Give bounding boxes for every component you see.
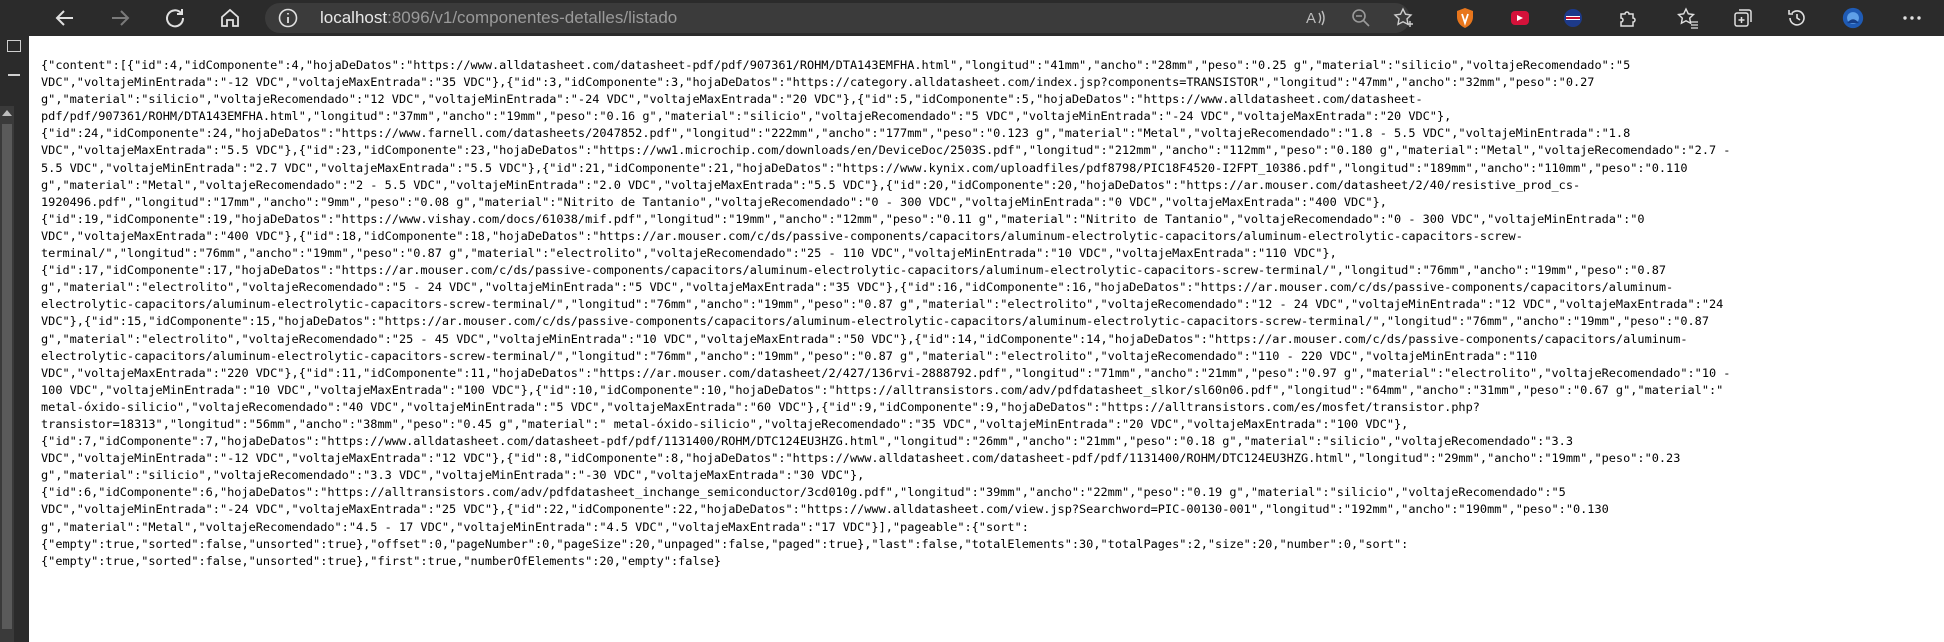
json-line: 5.5 VDC","voltajeMinEntrada":"2.7 VDC","… xyxy=(41,160,1688,175)
json-line: metal-óxido-silicio","voltajeRecomendado… xyxy=(41,399,1480,414)
json-line: {"empty":true,"sorted":false,"unsorted":… xyxy=(41,553,722,568)
profile-button[interactable] xyxy=(1838,3,1868,33)
json-line: g","material":"Metal","voltajeRecomendad… xyxy=(41,519,1029,534)
extension-flag-button[interactable] xyxy=(1558,3,1588,33)
add-favorite-icon[interactable] xyxy=(1393,7,1415,29)
info-icon[interactable] xyxy=(277,7,299,29)
json-line: {"empty":true,"sorted":false,"unsorted":… xyxy=(41,536,1409,551)
back-button[interactable] xyxy=(50,3,80,33)
favorites-button[interactable] xyxy=(1673,3,1703,33)
shield-extension-icon xyxy=(1457,8,1473,28)
collections-button[interactable] xyxy=(1728,3,1758,33)
extensions-button[interactable] xyxy=(1613,3,1643,33)
more-menu-icon xyxy=(1903,16,1921,20)
json-line: terminal/","longitud":"76mm","ancho":"19… xyxy=(41,246,1337,261)
svg-text:A: A xyxy=(1306,10,1316,27)
profile-avatar-icon xyxy=(1842,7,1864,29)
json-line: g","material":"silicio","voltajeRecomend… xyxy=(41,468,865,483)
json-line: g","material":"silicio","voltajeRecomend… xyxy=(41,92,1423,107)
refresh-icon xyxy=(166,9,185,28)
json-line: VDC","voltajeMinEntrada":"-12 VDC","volt… xyxy=(41,451,1681,466)
json-line: electrolytic-capacitors/aluminum-electro… xyxy=(41,348,1538,363)
more-menu-button[interactable] xyxy=(1897,3,1927,33)
forward-button[interactable] xyxy=(105,3,135,33)
refresh-button[interactable] xyxy=(160,3,190,33)
url-text[interactable]: localhost:8096/v1/componentes-detalles/l… xyxy=(320,8,677,28)
json-line: VDC"},{"id":15,"idComponente":15,"hojaDe… xyxy=(41,314,1709,329)
home-icon xyxy=(221,8,239,27)
arrow-left-icon xyxy=(55,10,73,26)
json-line: electrolytic-capacitors/aluminum-electro… xyxy=(41,297,1724,312)
zoom-icon[interactable] xyxy=(1350,7,1372,29)
read-aloud-icon[interactable]: A xyxy=(1305,7,1327,29)
json-line: g","material":"electrolito","voltajeReco… xyxy=(41,280,1674,295)
tab-actions-icon[interactable] xyxy=(7,40,21,52)
browser-toolbar: localhost:8096/v1/componentes-detalles/l… xyxy=(0,0,1944,36)
json-line: VDC","voltajeMinEntrada":"-12 VDC","volt… xyxy=(41,75,1595,90)
extension-video-button[interactable] xyxy=(1505,3,1535,33)
json-response-body: {"content":[{"id":4,"idComponente":4,"ho… xyxy=(41,57,1934,570)
address-bar[interactable]: localhost:8096/v1/componentes-detalles/l… xyxy=(265,3,1413,33)
json-line: {"id":6,"idComponente":6,"hojaDeDatos":"… xyxy=(41,485,1566,500)
json-line: transistor=18313","longitud":"56mm","anc… xyxy=(41,416,1409,431)
history-icon xyxy=(1788,10,1805,26)
history-button[interactable] xyxy=(1782,3,1812,33)
json-line: g","material":"electrolito","voltajeReco… xyxy=(41,331,1688,346)
video-extension-icon xyxy=(1511,11,1529,25)
flag-extension-icon xyxy=(1564,9,1582,27)
collections-icon xyxy=(1734,9,1752,27)
extension-shield-button[interactable] xyxy=(1450,3,1480,33)
favorites-icon xyxy=(1677,7,1698,29)
puzzle-icon xyxy=(1620,11,1636,27)
side-panel xyxy=(0,36,29,642)
url-host: localhost xyxy=(320,8,388,27)
json-line: pdf/pdf/907361/ROHM/DTA143EMFHA.html","l… xyxy=(41,109,1452,124)
arrow-right-icon xyxy=(112,10,130,26)
json-line: {"id":17,"idComponente":17,"hojaDeDatos"… xyxy=(41,263,1667,278)
url-path: :8096/v1/componentes-detalles/listado xyxy=(387,8,678,27)
json-line: {"id":19,"idComponente":19,"hojaDeDatos"… xyxy=(41,211,1645,226)
json-line: VDC","voltajeMaxEntrada":"400 VDC"},{"id… xyxy=(41,228,1523,243)
json-line: g","material":"Metal","voltajeRecomendad… xyxy=(41,177,1581,192)
scrollbar-thumb[interactable] xyxy=(2,124,12,629)
scroll-up-arrow-icon[interactable] xyxy=(2,110,12,116)
json-line: {"id":7,"idComponente":7,"hojaDeDatos":"… xyxy=(41,434,1573,449)
json-line: VDC","voltajeMaxEntrada":"220 VDC"},{"id… xyxy=(41,365,1731,380)
json-line: 1920496.pdf","longitud":"17mm","ancho":"… xyxy=(41,194,1387,209)
json-line: {"content":[{"id":4,"idComponente":4,"ho… xyxy=(41,58,1631,72)
json-line: VDC","voltajeMinEntrada":"-24 VDC","volt… xyxy=(41,502,1609,517)
minimize-icon[interactable] xyxy=(8,74,20,76)
json-line: VDC","voltajeMaxEntrada":"5.5 VDC"},{"id… xyxy=(41,143,1731,158)
json-line: 100 VDC","voltajeMinEntrada":"10 VDC","v… xyxy=(41,382,1724,397)
home-button[interactable] xyxy=(215,3,245,33)
json-line: {"id":24,"idComponente":24,"hojaDeDatos"… xyxy=(41,126,1631,141)
